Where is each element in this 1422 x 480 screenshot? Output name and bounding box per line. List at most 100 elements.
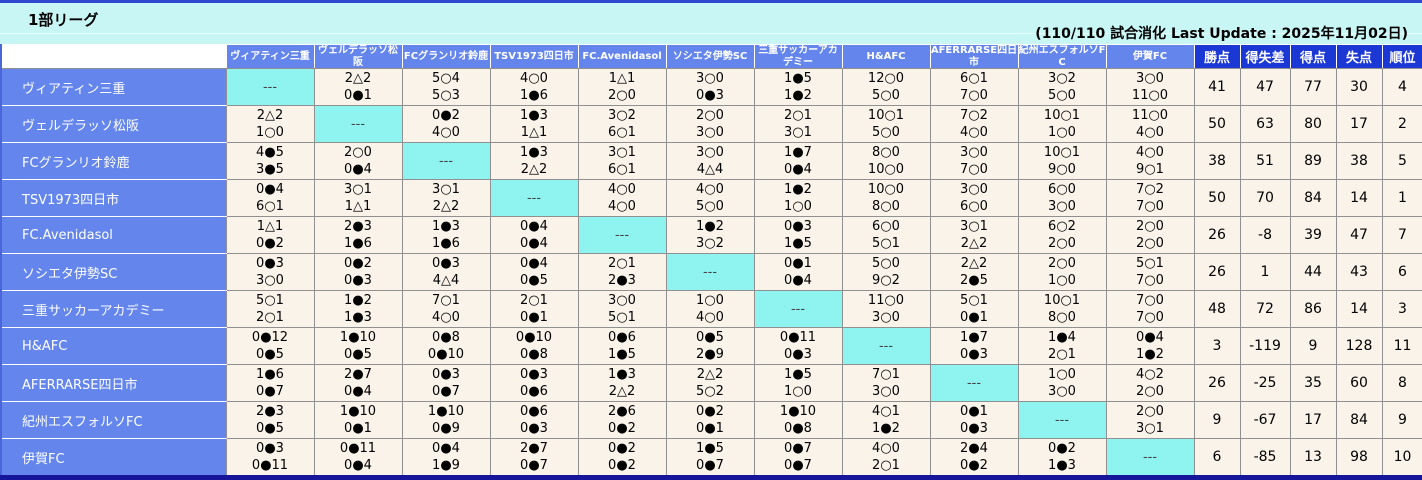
team-row: 三重サッカーアカデミー 5○1 2○1 1●2 1●3 7○1 4○0 2○1 0●1 3○0 5○… bbox=[0, 290, 1422, 328]
match-result: 2○1 bbox=[1048, 347, 1076, 362]
match-result: 0●4 bbox=[344, 162, 372, 177]
match-result: 2●3 bbox=[344, 219, 372, 234]
team-row: 紀州エスフォルソFC 2●3 0●5 1●10 0●1 1●10 0●9 0●6 0●3 2●6 0… bbox=[0, 401, 1422, 439]
match-result-cell: 2△2 0●1 bbox=[313, 68, 403, 106]
match-result-cell: 2○0 2○0 bbox=[1105, 216, 1195, 254]
match-result: 5○3 bbox=[432, 88, 460, 103]
stat-value-cell: 14 bbox=[1335, 179, 1383, 217]
match-result-cell: 2○1 0●1 bbox=[489, 290, 579, 328]
match-result: 2△2 bbox=[960, 236, 988, 251]
team-row: FCグランリオ鈴鹿 4●5 3●5 2○0 0●4 --- 1●3 2△2 3○1 6○1 3○0 4… bbox=[0, 142, 1422, 180]
match-result-cell: 2△2 5○2 bbox=[665, 364, 755, 402]
match-result: 3○0 bbox=[256, 273, 284, 288]
match-result: 5○1 bbox=[256, 293, 284, 308]
self-match-cell: --- bbox=[489, 179, 579, 217]
match-result-cell: 2○1 3○1 bbox=[753, 105, 843, 143]
match-result-cell: 4○1 1●2 bbox=[841, 401, 931, 439]
row-header-team: FCグランリオ鈴鹿 bbox=[0, 142, 227, 180]
team-row: TSV1973四日市 0●4 6○1 3○1 1△1 3○1 2△2 --- 4○0 4○0 4○0… bbox=[0, 179, 1422, 217]
match-result: 1●5 bbox=[608, 347, 636, 362]
match-result: 2○0 bbox=[1048, 236, 1076, 251]
stat-value-cell: 128 bbox=[1335, 327, 1383, 365]
match-result-cell: 3○1 2△2 bbox=[929, 216, 1019, 254]
match-result-cell: 0●2 0●1 bbox=[665, 401, 755, 439]
match-result-cell: 5○0 9○2 bbox=[841, 253, 931, 291]
stat-value-cell: 43 bbox=[1335, 253, 1383, 291]
match-result: 7○0 bbox=[1136, 273, 1164, 288]
match-result: 1●2 bbox=[784, 182, 812, 197]
match-result-cell: 3○1 2△2 bbox=[401, 179, 491, 217]
match-result: 4○0 bbox=[608, 182, 636, 197]
match-result-cell: 0●4 1●9 bbox=[401, 438, 491, 476]
match-result: 3○0 bbox=[960, 182, 988, 197]
match-result-cell: 0●5 2●9 bbox=[665, 327, 755, 365]
match-result: 0●7 bbox=[784, 441, 812, 456]
match-result: 1●6 bbox=[520, 88, 548, 103]
match-result-cell: 0●4 6○1 bbox=[225, 179, 315, 217]
column-header-team: ソシエタ伊勢SC bbox=[665, 44, 755, 69]
row-header-team: AFERRARSE四日市 bbox=[0, 364, 227, 402]
row-header-team: ヴィアティン三重 bbox=[0, 68, 227, 106]
stat-value-cell: 80 bbox=[1289, 105, 1337, 143]
match-result: 8○0 bbox=[872, 199, 900, 214]
match-result-cell: 0●4 1●2 bbox=[1105, 327, 1195, 365]
match-result: 0●5 bbox=[344, 347, 372, 362]
match-result: 0●3 bbox=[696, 88, 724, 103]
match-result: 0●6 bbox=[608, 330, 636, 345]
match-result: 2△2 bbox=[344, 71, 372, 86]
team-row: ソシエタ伊勢SC 0●3 3○0 0●2 0●3 0●3 4△4 0●4 0●5 2○1 2●3 --… bbox=[0, 253, 1422, 291]
stat-value-cell: 84 bbox=[1289, 179, 1337, 217]
match-result: 0●2 bbox=[608, 458, 636, 473]
match-result-cell: 3○0 4△4 bbox=[665, 142, 755, 180]
column-header-stat: 失点 bbox=[1335, 44, 1383, 69]
self-match-cell: --- bbox=[313, 105, 403, 143]
row-header-team: H&AFC bbox=[0, 327, 227, 365]
match-result: 0●12 bbox=[251, 330, 289, 345]
match-result: 0●5 bbox=[256, 347, 284, 362]
match-result: 1○0 bbox=[696, 293, 724, 308]
match-result: 3○0 bbox=[696, 125, 724, 140]
self-match-cell: --- bbox=[841, 327, 931, 365]
match-result: 0●7 bbox=[696, 458, 724, 473]
match-result-cell: 2●7 0●4 bbox=[313, 364, 403, 402]
match-result: 0●1 bbox=[960, 404, 988, 419]
stat-value-cell: -8 bbox=[1239, 216, 1291, 254]
match-result-cell: 1●4 2○1 bbox=[1017, 327, 1107, 365]
match-result: 11○0 bbox=[1131, 108, 1169, 123]
column-header-team: 伊賀FC bbox=[1105, 44, 1195, 69]
match-result-cell: 1●5 1●2 bbox=[753, 68, 843, 106]
match-result: 2○1 bbox=[520, 293, 548, 308]
match-result: 0●9 bbox=[432, 421, 460, 436]
match-result: 1●3 bbox=[344, 310, 372, 325]
match-result-cell: 3○2 5○0 bbox=[1017, 68, 1107, 106]
match-result: 0●2 bbox=[344, 256, 372, 271]
stat-value-cell: 3 bbox=[1381, 290, 1422, 328]
match-result: 10○0 bbox=[867, 182, 905, 197]
match-result: 3○0 bbox=[1048, 384, 1076, 399]
match-result: 1●2 bbox=[696, 219, 724, 234]
row-header-team: 三重サッカーアカデミー bbox=[0, 290, 227, 328]
stat-value-cell: 26 bbox=[1193, 216, 1241, 254]
match-result-cell: 3○2 6○1 bbox=[577, 105, 667, 143]
match-result-cell: 5○4 5○3 bbox=[401, 68, 491, 106]
match-result: 0●5 bbox=[696, 330, 724, 345]
match-result-cell: 4●5 3●5 bbox=[225, 142, 315, 180]
team-row: ヴィアティン三重 --- 2△2 0●1 5○4 5○3 4○0 1●6 1△1 2○0 3○0 0●… bbox=[0, 68, 1422, 106]
match-result: 0●3 bbox=[960, 347, 988, 362]
match-result: 1△1 bbox=[608, 71, 636, 86]
match-result: 3○1 bbox=[784, 125, 812, 140]
league-results-table: ヴィアティン三重 ヴェルデラッソ松阪 FCグランリオ鈴鹿 TSV1973四日市 FC.A… bbox=[0, 44, 1422, 476]
match-result-cell: 1△1 2○0 bbox=[577, 68, 667, 106]
match-result: 0●2 bbox=[608, 421, 636, 436]
match-result: 2△2 bbox=[432, 199, 460, 214]
match-result: 2●5 bbox=[960, 273, 988, 288]
match-result: 0●1 bbox=[696, 421, 724, 436]
match-result: 0●2 bbox=[432, 108, 460, 123]
match-result-cell: 0●1 0●3 bbox=[929, 401, 1019, 439]
row-header-team: 伊賀FC bbox=[0, 438, 227, 476]
match-result-cell: 0●12 0●5 bbox=[225, 327, 315, 365]
match-result: 0●3 bbox=[256, 256, 284, 271]
match-result: 0●5 bbox=[256, 421, 284, 436]
match-result: 1●7 bbox=[784, 145, 812, 160]
match-result: 0●4 bbox=[784, 273, 812, 288]
